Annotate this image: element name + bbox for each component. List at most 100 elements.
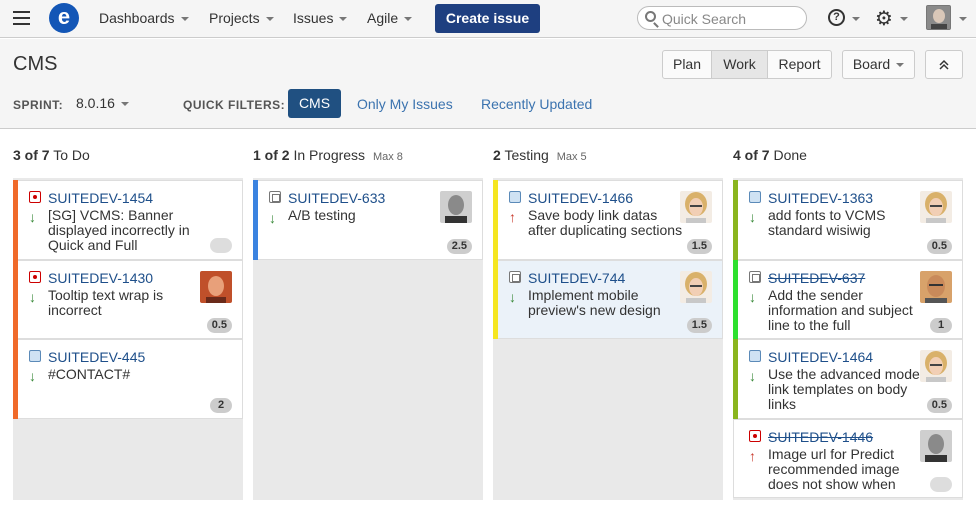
nav-projects[interactable]: Projects	[209, 10, 274, 26]
estimate-badge: 1.5	[686, 239, 712, 254]
issue-summary: Save body link datas after duplicating s…	[528, 207, 683, 238]
assignee-avatar	[440, 191, 472, 223]
report-mode-button[interactable]: Report	[767, 50, 832, 79]
column-done: SUITEDEV-1363 ↓ add fonts to VCMS standa…	[733, 178, 963, 500]
plan-mode-button[interactable]: Plan	[662, 50, 712, 79]
board-menu-button[interactable]: Board	[842, 50, 915, 79]
column-header-todo: 3 of 7 To Do	[13, 147, 90, 163]
improvement-icon	[29, 350, 41, 362]
nav-projects-label: Projects	[209, 10, 260, 26]
priority-low-icon: ↓	[29, 368, 36, 384]
search-input[interactable]: Quick Search	[637, 6, 807, 30]
priority-low-icon: ↓	[749, 289, 756, 305]
issue-key[interactable]: SUITEDEV-1464	[768, 349, 873, 365]
issue-key[interactable]: SUITEDEV-744	[528, 270, 625, 286]
sprint-selector[interactable]: 8.0.16	[76, 95, 129, 111]
improvement-icon	[509, 191, 521, 203]
priority-high-icon: ↑	[509, 209, 516, 225]
issue-card[interactable]: SUITEDEV-637 ↓ Add the sender informatio…	[733, 260, 963, 339]
quick-filter-recently-updated[interactable]: Recently Updated	[481, 96, 592, 112]
issue-card[interactable]: SUITEDEV-744 ↓ Implement mobile preview'…	[493, 260, 723, 339]
chevron-down-icon	[339, 17, 348, 22]
estimate-badge: 2.5	[446, 239, 472, 254]
issue-summary: #CONTACT#	[48, 366, 131, 382]
card-grabber[interactable]	[493, 180, 498, 260]
issue-card[interactable]: SUITEDEV-1466 ↑ Save body link datas aft…	[493, 180, 723, 260]
help-icon[interactable]: ?	[828, 9, 845, 26]
card-grabber[interactable]	[13, 260, 18, 339]
page-title: CMS	[13, 53, 58, 75]
improvement-icon	[749, 191, 761, 203]
estimate-badge: 0.5	[926, 398, 952, 413]
estimate-badge: 0.5	[926, 239, 952, 254]
issue-key[interactable]: SUITEDEV-1466	[528, 190, 633, 206]
card-grabber[interactable]	[493, 260, 498, 339]
issue-key[interactable]: SUITEDEV-445	[48, 349, 145, 365]
column-todo: SUITEDEV-1454 ↓ [SG] VCMS: Banner displa…	[13, 178, 243, 500]
estimate-badge: 0.5	[206, 318, 232, 333]
issue-card[interactable]: SUITEDEV-633 ↓ A/B testing 2.5	[253, 180, 483, 260]
column-header-done: 4 of 7 Done	[733, 147, 807, 163]
assignee-avatar	[920, 271, 952, 303]
card-grabber[interactable]	[733, 180, 738, 260]
avatar[interactable]	[926, 5, 951, 30]
assignee-avatar	[680, 191, 712, 223]
issue-key[interactable]: SUITEDEV-1430	[48, 270, 153, 286]
column-testing: SUITEDEV-1466 ↑ Save body link datas aft…	[493, 178, 723, 500]
chevron-down-icon	[180, 17, 189, 22]
card-grabber[interactable]	[13, 180, 18, 260]
settings-chevron-icon[interactable]	[900, 17, 908, 21]
create-issue-button[interactable]: Create issue	[435, 4, 540, 33]
board-menu-label: Board	[852, 56, 891, 72]
column-header-in-progress: 1 of 2 In Progress Max 8	[253, 147, 403, 163]
profile-chevron-icon[interactable]	[959, 17, 967, 21]
issue-key[interactable]: SUITEDEV-633	[288, 190, 385, 206]
issue-summary: Use the advanced mode link templates on …	[768, 366, 920, 412]
estimate-badge: 2	[210, 398, 232, 413]
issue-card[interactable]: SUITEDEV-1430 ↓ Tooltip text wrap is inc…	[13, 260, 243, 339]
collapse-header-button[interactable]	[925, 50, 963, 79]
issue-card[interactable]: SUITEDEV-1464 ↓ Use the advanced mode li…	[733, 339, 963, 419]
card-grabber[interactable]	[13, 339, 18, 419]
issue-card[interactable]: SUITEDEV-1363 ↓ add fonts to VCMS standa…	[733, 180, 963, 260]
issue-key[interactable]: SUITEDEV-637	[768, 270, 865, 286]
logo-icon[interactable]: e	[49, 3, 79, 33]
menu-icon[interactable]	[13, 11, 30, 25]
gear-icon[interactable]: ⚙	[875, 6, 893, 31]
column-in-progress: SUITEDEV-633 ↓ A/B testing 2.5	[253, 178, 483, 500]
issue-card[interactable]: SUITEDEV-445 ↓ #CONTACT# 2	[13, 339, 243, 419]
issue-card[interactable]: SUITEDEV-1446 ↑ Image url for Predict re…	[733, 419, 963, 498]
nav-agile-label: Agile	[367, 10, 399, 26]
nav-agile[interactable]: Agile	[367, 10, 413, 26]
assignee-avatar	[680, 271, 712, 303]
card-grabber[interactable]	[733, 339, 738, 419]
chevron-down-icon	[896, 63, 905, 68]
issue-key[interactable]: SUITEDEV-1446	[768, 429, 873, 445]
issue-summary: Implement mobile preview's new design	[528, 287, 661, 318]
nav-issues[interactable]: Issues	[293, 10, 348, 26]
issue-key[interactable]: SUITEDEV-1363	[768, 190, 873, 206]
issue-card[interactable]: SUITEDEV-1454 ↓ [SG] VCMS: Banner displa…	[13, 180, 243, 260]
issue-key[interactable]: SUITEDEV-1454	[48, 190, 153, 206]
help-chevron-icon[interactable]	[852, 17, 860, 21]
quick-filters-label: QUICK FILTERS:	[183, 98, 286, 112]
column-header-testing: 2 Testing Max 5	[493, 147, 587, 163]
nav-dashboards[interactable]: Dashboards	[99, 10, 189, 26]
story-icon	[269, 191, 281, 203]
work-mode-button[interactable]: Work	[711, 50, 768, 79]
issue-summary: [SG] VCMS: Banner displayed incorrectly …	[48, 207, 190, 253]
card-grabber[interactable]	[253, 180, 258, 260]
card-grabber[interactable]	[733, 260, 738, 339]
column-name: In Progress	[293, 147, 366, 163]
column-max: Max 8	[372, 151, 403, 163]
sprint-value: 8.0.16	[76, 95, 115, 111]
assignee-avatar	[920, 430, 952, 462]
assignee-avatar	[920, 191, 952, 223]
issue-summary: Tooltip text wrap is incorrect	[48, 287, 164, 318]
assignee-avatar	[920, 350, 952, 382]
quick-filter-cms[interactable]: CMS	[288, 89, 341, 118]
top-navigation: e Dashboards Projects Issues Agile Creat…	[0, 0, 976, 38]
priority-low-icon: ↓	[509, 289, 516, 305]
quick-filter-only-my-issues[interactable]: Only My Issues	[357, 96, 453, 112]
nav-dashboards-label: Dashboards	[99, 10, 175, 26]
